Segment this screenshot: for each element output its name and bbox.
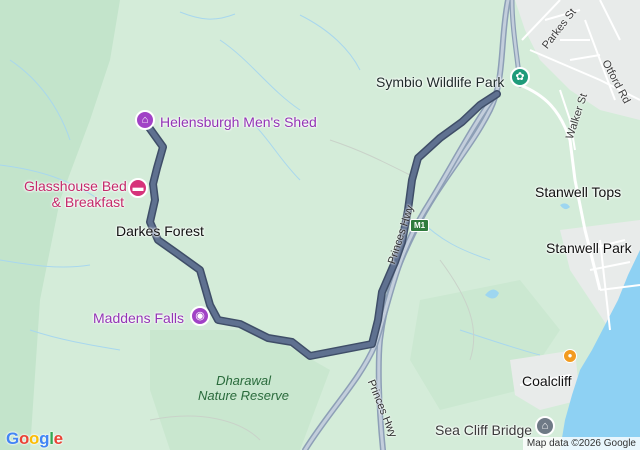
sea-cliff-bridge-label[interactable]: Sea Cliff Bridge	[435, 422, 532, 438]
logo-letter: e	[53, 429, 63, 448]
dharawal-line1: Dharawal	[216, 373, 271, 388]
map-viewport[interactable]: ⌂ Helensburgh Men's Shed ▬ Glasshouse Be…	[0, 0, 640, 450]
logo-letter: G	[6, 429, 19, 448]
landmark-icon[interactable]: ⌂	[535, 416, 555, 436]
google-logo: Google	[6, 429, 63, 449]
symbio-wildlife-park-label[interactable]: Symbio Wildlife Park	[376, 74, 504, 90]
helensburgh-mens-shed-label[interactable]: Helensburgh Men's Shed	[160, 114, 317, 130]
darkes-forest-label[interactable]: Darkes Forest	[116, 223, 204, 239]
bed-icon[interactable]: ▬	[128, 178, 148, 198]
logo-letter: o	[18, 429, 30, 448]
glasshouse-bed-label[interactable]: Glasshouse Bed & Breakfast	[24, 178, 127, 210]
dharawal-line2: Nature Reserve	[198, 388, 290, 403]
stanwell-park-label[interactable]: Stanwell Park	[546, 240, 632, 256]
map-attribution[interactable]: Map data ©2026 Google	[522, 437, 640, 450]
food-icon[interactable]: ●	[563, 349, 577, 363]
camera-icon[interactable]: ◉	[190, 306, 210, 326]
landmark-icon[interactable]: ⌂	[135, 110, 155, 130]
m1-shield: M1	[410, 219, 430, 232]
dharawal-nature-reserve-label[interactable]: Dharawal Nature Reserve	[198, 373, 289, 403]
paw-icon[interactable]: ✿	[510, 67, 530, 87]
glasshouse-bed-line2: & Breakfast	[51, 194, 124, 210]
maddens-falls-label[interactable]: Maddens Falls	[93, 310, 184, 326]
glasshouse-bed-line1: Glasshouse Bed	[24, 178, 127, 194]
coalcliff-label[interactable]: Coalcliff	[522, 373, 572, 389]
logo-letter: g	[39, 429, 50, 448]
logo-letter: o	[29, 429, 40, 448]
stanwell-tops-label[interactable]: Stanwell Tops	[535, 184, 621, 200]
